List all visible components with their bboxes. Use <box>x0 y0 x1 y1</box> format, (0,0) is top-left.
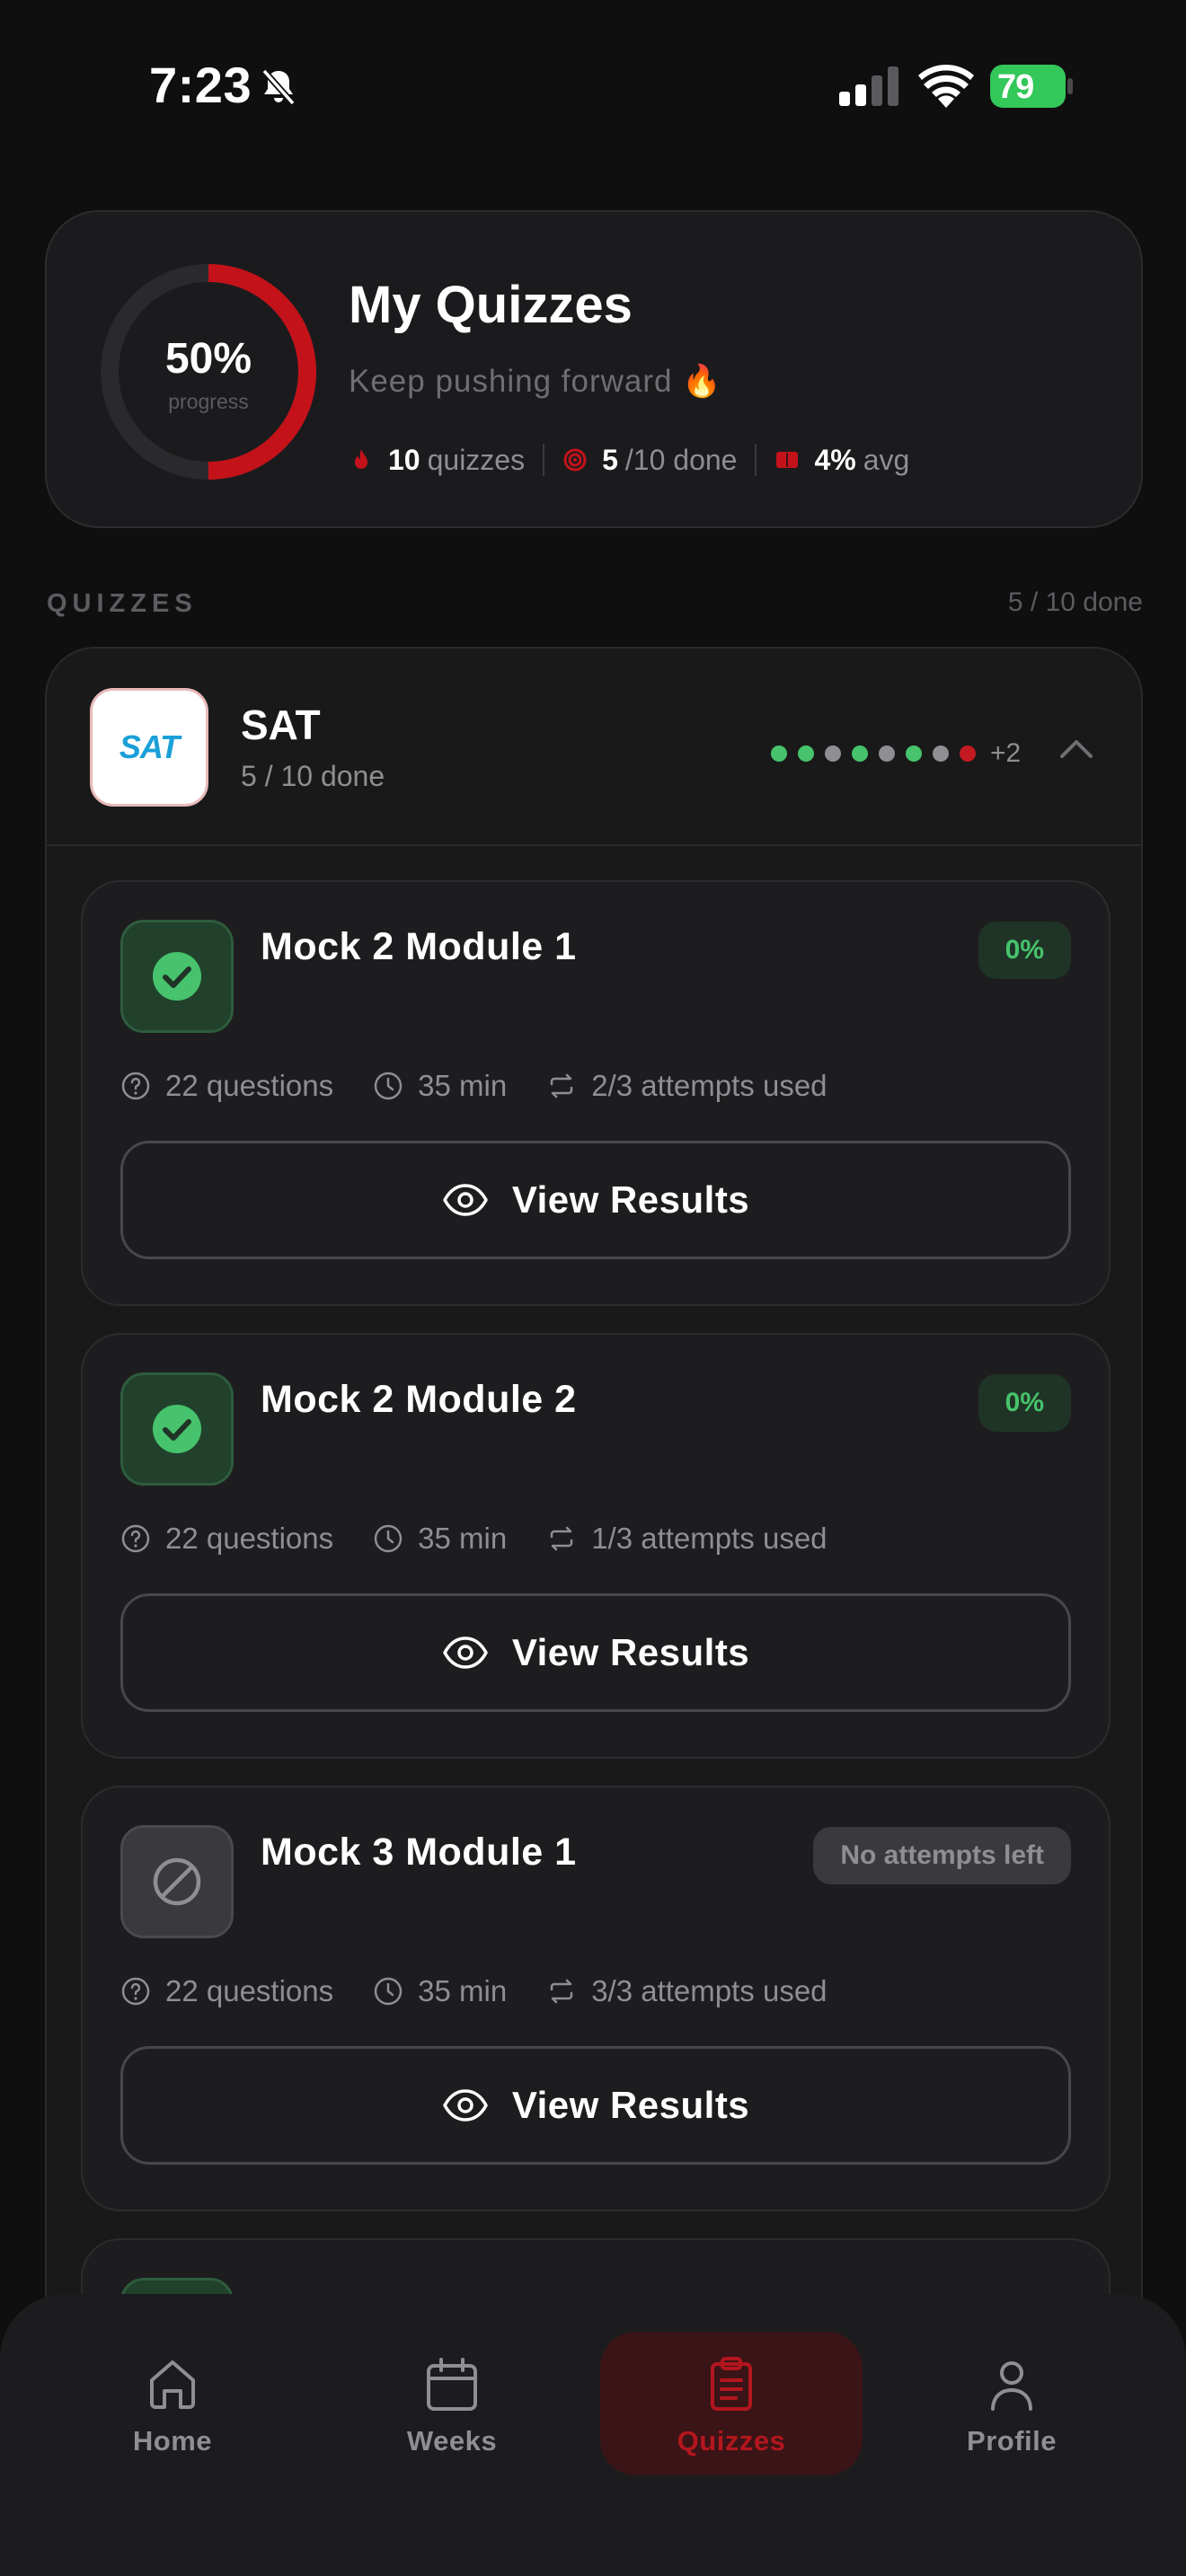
stat-done: 5 /10 done <box>562 444 737 477</box>
attempts: 3/3 attempts used <box>591 1974 828 2007</box>
eye-icon <box>443 1184 488 1216</box>
course-logo-text: SAT <box>119 728 180 765</box>
score-badge: 0% <box>978 922 1071 979</box>
score-badge: 0% <box>978 1374 1071 1432</box>
progress-label: progress <box>168 390 249 413</box>
view-results-button[interactable]: View Results <box>120 2046 1071 2165</box>
app-screen: 7:23 79 50% progress My Quizzes Keep pus… <box>0 0 1186 2576</box>
course-progress: 5 / 10 done <box>241 760 385 792</box>
calendar-icon <box>427 2358 477 2411</box>
course-logo: SAT <box>90 688 208 807</box>
battery-level: 79 <box>997 68 1034 106</box>
target-icon <box>563 448 587 472</box>
status-dot <box>798 745 814 762</box>
clock-icon <box>374 1072 403 1100</box>
quiz-card: Mock 2 Module 1 0% 22 questions 35 min 2… <box>81 880 1111 1306</box>
question-count: 22 questions <box>165 1974 334 2007</box>
progress-percentage: 50% <box>164 335 252 383</box>
question-circle-icon <box>121 1977 150 2006</box>
quiz-title: Mock 3 Module 1 <box>261 1831 577 1874</box>
course-group-sat: SAT SAT 5 / 10 done +2 Mock 2 Module 1 0… <box>45 647 1143 2576</box>
attempts: 1/3 attempts used <box>591 1522 828 1555</box>
page-subtitle: Keep pushing forward 🔥 <box>349 364 722 399</box>
status-dot <box>933 745 949 762</box>
nav-weeks[interactable]: Weeks <box>321 2332 583 2475</box>
section-count: 5 / 10 done <box>1007 587 1143 617</box>
quiz-meta: 22 questions 35 min 2/3 attempts used <box>120 1069 867 1103</box>
bell-slash-icon <box>261 68 296 106</box>
eye-icon <box>443 1636 488 1669</box>
view-results-label: View Results <box>511 1178 750 1221</box>
user-icon <box>991 2361 1032 2411</box>
course-header[interactable]: SAT SAT 5 / 10 done +2 <box>47 648 1141 846</box>
clock-icon <box>374 1524 403 1553</box>
book-icon <box>776 452 799 468</box>
duration: 35 min <box>418 1069 508 1102</box>
chevron-up-icon[interactable] <box>1057 731 1096 763</box>
page-title: My Quizzes <box>349 276 633 334</box>
repeat-icon <box>550 1073 573 1098</box>
nav-label: Profile <box>967 2425 1057 2457</box>
bottom-nav: Home Weeks Quizzes Profile <box>0 2294 1186 2576</box>
course-name: SAT <box>241 701 321 748</box>
status-dot <box>852 745 868 762</box>
nav-home[interactable]: Home <box>41 2332 304 2475</box>
quiz-meta: 22 questions 35 min 1/3 attempts used <box>120 1522 867 1556</box>
quiz-status <box>120 1372 234 1486</box>
eye-icon <box>443 2089 488 2122</box>
dots-more: +2 <box>990 738 1022 768</box>
stats-row: 10 quizzes 5 /10 done 4% avg <box>349 440 909 480</box>
repeat-icon <box>550 1979 573 2004</box>
flame-icon <box>355 449 367 469</box>
check-circle-icon <box>153 952 201 1001</box>
quiz-status <box>120 920 234 1033</box>
status-dot <box>771 745 787 762</box>
clock-icon <box>374 1977 403 2006</box>
stat-avg: 4% avg <box>774 444 909 477</box>
nav-label: Quizzes <box>677 2425 786 2457</box>
stat-quizzes: 10 quizzes <box>349 444 525 477</box>
clipboard-icon <box>711 2357 752 2411</box>
status-dot <box>906 745 922 762</box>
question-circle-icon <box>121 1524 150 1553</box>
quiz-status-dots: +2 <box>771 738 1021 769</box>
status-dot <box>825 745 841 762</box>
nav-quizzes[interactable]: Quizzes <box>600 2332 863 2475</box>
section-title: QUIZZES <box>47 589 198 618</box>
status-bar: 7:23 79 <box>0 0 1186 171</box>
question-count: 22 questions <box>165 1522 334 1555</box>
home-icon <box>150 2360 195 2409</box>
check-circle-icon <box>153 1405 201 1453</box>
quiz-card: Mock 3 Module 1 No attempts left 22 ques… <box>81 1786 1111 2211</box>
nav-label: Home <box>132 2425 213 2457</box>
question-circle-icon <box>121 1072 150 1100</box>
cellular-signal-icon <box>839 66 898 106</box>
view-results-label: View Results <box>511 2084 750 2126</box>
stats-divider <box>755 444 757 476</box>
wifi-icon <box>918 64 974 108</box>
quiz-meta: 22 questions 35 min 3/3 attempts used <box>120 1974 867 2008</box>
repeat-icon <box>550 1526 573 1551</box>
duration: 35 min <box>418 1974 508 2007</box>
duration: 35 min <box>418 1522 508 1555</box>
nav-profile[interactable]: Profile <box>881 2332 1143 2475</box>
nav-label: Weeks <box>406 2425 498 2457</box>
quiz-status <box>120 1825 234 1938</box>
view-results-button[interactable]: View Results <box>120 1593 1071 1712</box>
attempts: 2/3 attempts used <box>591 1069 828 1102</box>
view-results-button[interactable]: View Results <box>120 1141 1071 1259</box>
summary-card: 50% progress My Quizzes Keep pushing for… <box>45 210 1143 528</box>
status-badge: No attempts left <box>813 1827 1071 1884</box>
status-time: 7:23 <box>149 57 252 113</box>
quiz-title: Mock 2 Module 1 <box>261 925 577 968</box>
status-dot <box>960 745 976 762</box>
question-count: 22 questions <box>165 1069 334 1102</box>
view-results-label: View Results <box>511 1631 750 1673</box>
status-dot <box>879 745 895 762</box>
quiz-card: Mock 2 Module 2 0% 22 questions 35 min 1… <box>81 1333 1111 1759</box>
battery-indicator: 79 <box>990 65 1073 108</box>
stats-divider <box>543 444 545 476</box>
quiz-title: Mock 2 Module 2 <box>261 1378 577 1421</box>
prohibited-icon <box>153 1857 201 1906</box>
